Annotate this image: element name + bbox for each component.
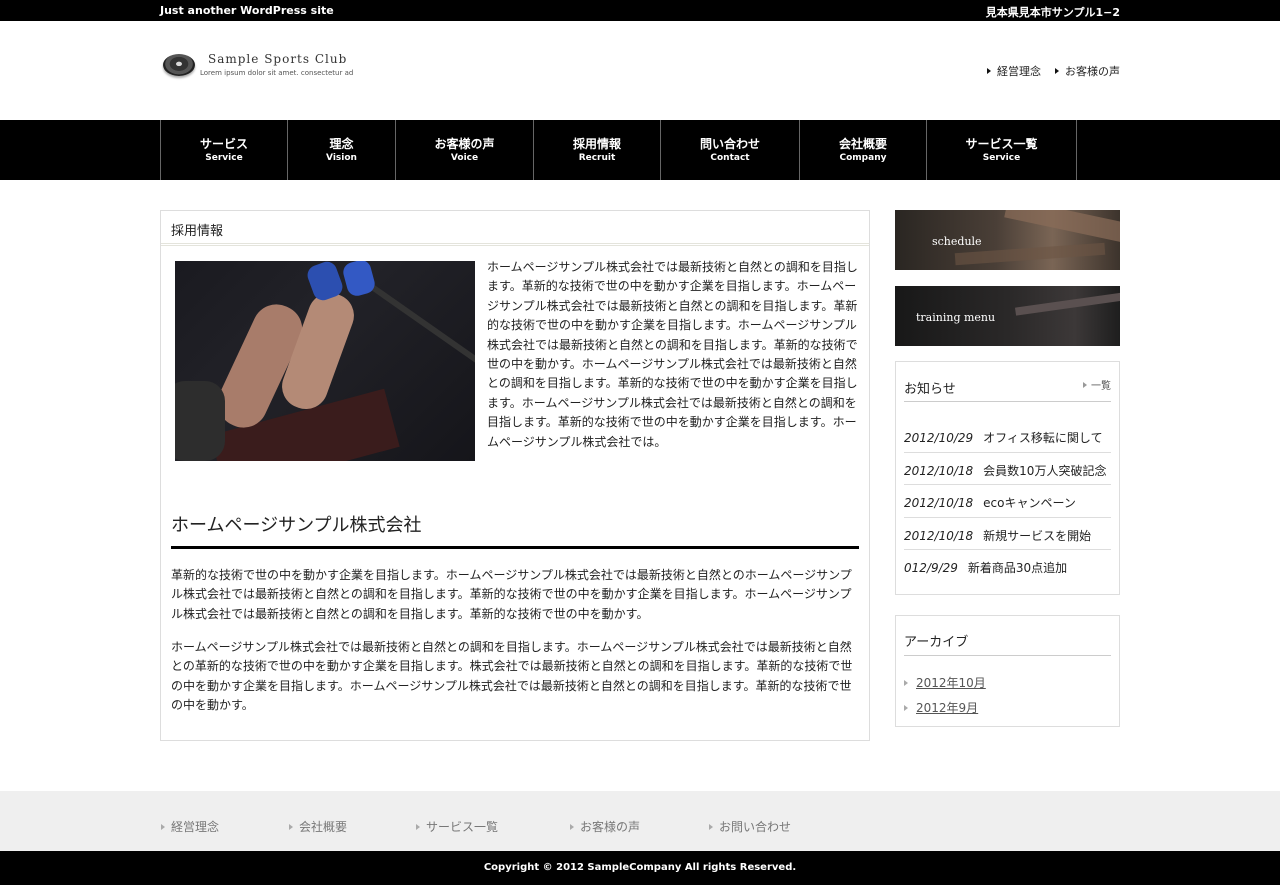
arrow-right-icon <box>1083 381 1087 388</box>
workout-photo <box>175 261 475 461</box>
site-header: Sample Sports Club Lorem ipsum dolor sit… <box>0 21 1280 120</box>
main-content: 採用情報 ホームページサンプル株式会社では最新技術と自然との調和を目指します。革… <box>160 210 870 741</box>
news-item[interactable]: 2012/10/18 ecoキャンペーン <box>904 485 1111 518</box>
news-item[interactable]: 012/9/29 新着商品30点追加 <box>904 550 1111 583</box>
news-widget: お知らせ 一覧 2012/10/29 オフィス移転に関して 2012/10/18 会… <box>895 361 1120 595</box>
nav-voice[interactable]: お客様の声 Voice <box>396 120 534 180</box>
logo-name: Sample Sports Club <box>208 52 348 66</box>
archive-link[interactable]: 2012年10月 <box>904 670 986 695</box>
news-title: お知らせ <box>904 382 956 397</box>
schedule-banner-label: schedule <box>932 235 982 248</box>
archive-link[interactable]: 2012年9月 <box>904 695 986 720</box>
weight-plate-icon <box>163 54 195 76</box>
section-heading: ホームページサンプル株式会社 <box>171 511 859 549</box>
arrow-right-icon <box>416 823 420 830</box>
footer-link-voice[interactable]: お客様の声 <box>570 818 640 835</box>
top-bar: Just another WordPress site 見本県見本市サンプル1−… <box>0 0 1280 21</box>
arrow-right-icon <box>570 823 574 830</box>
arrow-right-icon <box>1055 68 1059 74</box>
news-more-link[interactable]: 一覧 <box>1083 377 1111 392</box>
page-title: 採用情報 <box>161 211 869 246</box>
logo-subtitle: Lorem ipsum dolor sit amet. consectetur … <box>200 69 354 77</box>
footer-nav: 経営理念 会社概要 サービス一覧 お客様の声 お問い合わせ <box>0 791 1280 851</box>
arrow-right-icon <box>987 68 991 74</box>
news-list: 2012/10/29 オフィス移転に関して 2012/10/18 会員数10万人突破… <box>904 420 1111 583</box>
archive-widget: アーカイブ 2012年10月 2012年9月 <box>895 615 1120 727</box>
intro-text: ホームページサンプル株式会社では最新技術と自然との調和を目指します。革新的な技術… <box>487 260 858 449</box>
arrow-right-icon <box>161 823 165 830</box>
header-link-voice[interactable]: お客様の声 <box>1055 63 1120 79</box>
arrow-right-icon <box>904 704 908 711</box>
nav-service[interactable]: サービス Service <box>161 120 288 180</box>
site-tagline: Just another WordPress site <box>160 4 334 17</box>
nav-vision[interactable]: 理念 Vision <box>288 120 396 180</box>
arrow-right-icon <box>709 823 713 830</box>
training-menu-banner[interactable]: training menu <box>895 286 1120 346</box>
archive-title: アーカイブ <box>904 635 969 650</box>
footer-link-contact[interactable]: お問い合わせ <box>709 818 791 835</box>
footer-link-company[interactable]: 会社概要 <box>289 818 347 835</box>
nav-company[interactable]: 会社概要 Company <box>800 120 927 180</box>
copyright: Copyright © 2012 SampleCompany All right… <box>0 851 1280 885</box>
nav-service-list[interactable]: サービス一覧 Service <box>927 120 1077 180</box>
body-paragraph-2: ホームページサンプル株式会社では最新技術と自然との調和を目指します。ホームページ… <box>171 640 853 713</box>
site-logo[interactable]: Sample Sports Club Lorem ipsum dolor sit… <box>163 52 373 82</box>
news-item[interactable]: 2012/10/18 会員数10万人突破記念 <box>904 453 1111 486</box>
site-address: 見本県見本市サンプル1−2 <box>985 6 1120 19</box>
archive-list: 2012年10月 2012年9月 <box>904 670 986 720</box>
training-menu-banner-label: training menu <box>916 311 996 324</box>
schedule-banner[interactable]: schedule <box>895 210 1120 270</box>
nav-recruit[interactable]: 採用情報 Recruit <box>534 120 661 180</box>
arrow-right-icon <box>289 823 293 830</box>
nav-contact[interactable]: 問い合わせ Contact <box>661 120 800 180</box>
news-item[interactable]: 2012/10/18 新規サービスを開始 <box>904 518 1111 551</box>
footer-link-service-list[interactable]: サービス一覧 <box>416 818 498 835</box>
arrow-right-icon <box>904 679 908 686</box>
header-link-philosophy[interactable]: 経営理念 <box>987 63 1041 79</box>
footer-link-philosophy[interactable]: 経営理念 <box>161 818 219 835</box>
body-paragraph-1: 革新的な技術で世の中を動かす企業を目指します。ホームページサンプル株式会社では最… <box>171 568 852 621</box>
global-nav: サービス Service 理念 Vision お客様の声 Voice 採用情報 Recr… <box>0 120 1280 180</box>
news-item[interactable]: 2012/10/29 オフィス移転に関して <box>904 420 1111 453</box>
header-links: 経営理念 お客様の声 <box>987 63 1120 79</box>
